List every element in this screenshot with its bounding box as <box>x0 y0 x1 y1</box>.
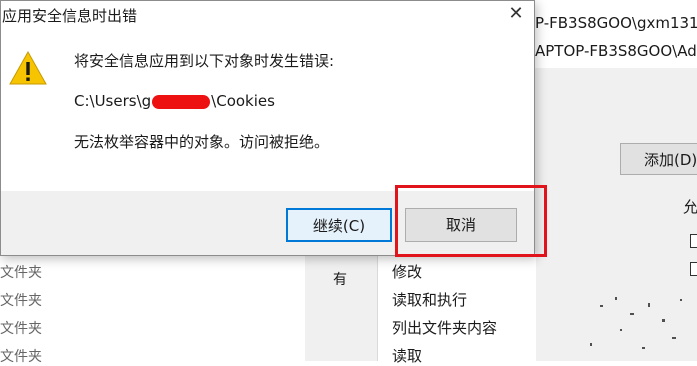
permission-item: 列出文件夹内容 <box>392 319 498 337</box>
owner-line-2: APTOP-FB3S8GOO\Adm <box>535 42 697 60</box>
cancel-button[interactable]: 取消 <box>405 208 517 242</box>
list-item[interactable]: 文件夹 <box>0 318 42 338</box>
path-suffix: \Cookies <box>211 92 275 110</box>
dialog-title: 应用安全信息时出错 <box>2 7 138 25</box>
object-list: 文件夹 文件夹 文件夹 文件夹 <box>0 255 306 365</box>
image-artifact <box>590 297 682 349</box>
object-path: C:\Users\g \Cookies <box>74 92 275 110</box>
redaction-mark <box>152 94 211 109</box>
label-text: 有 <box>333 272 347 288</box>
add-button[interactable]: 添加(D) <box>620 143 697 175</box>
permission-item: 读取和执行 <box>392 291 468 309</box>
list-item[interactable]: 文件夹 <box>0 290 42 310</box>
owner-info-panel: P-FB3S8GOO\gxm1314 APTOP-FB3S8GOO\Adm <box>535 0 697 68</box>
permission-item: 修改 <box>392 263 423 281</box>
allow-checkbox[interactable] <box>690 234 697 248</box>
owner-line-1: P-FB3S8GOO\gxm1314 <box>535 14 697 32</box>
access-denied-message: 无法枚举容器中的对象。访问被拒绝。 <box>74 133 330 151</box>
error-message: 将安全信息应用到以下对象时发生错误: <box>74 52 335 70</box>
close-icon[interactable]: ✕ <box>501 1 531 27</box>
warning-icon <box>9 51 47 85</box>
list-item[interactable]: 文件夹 <box>0 262 42 282</box>
path-prefix: C:\Users\g <box>74 92 152 110</box>
allow-column-header: 允 <box>683 198 697 216</box>
permission-item: 读取 <box>392 347 423 365</box>
continue-button[interactable]: 继续(C) <box>286 208 392 242</box>
allow-checkbox[interactable] <box>690 262 697 276</box>
list-item[interactable]: 文件夹 <box>0 346 42 366</box>
